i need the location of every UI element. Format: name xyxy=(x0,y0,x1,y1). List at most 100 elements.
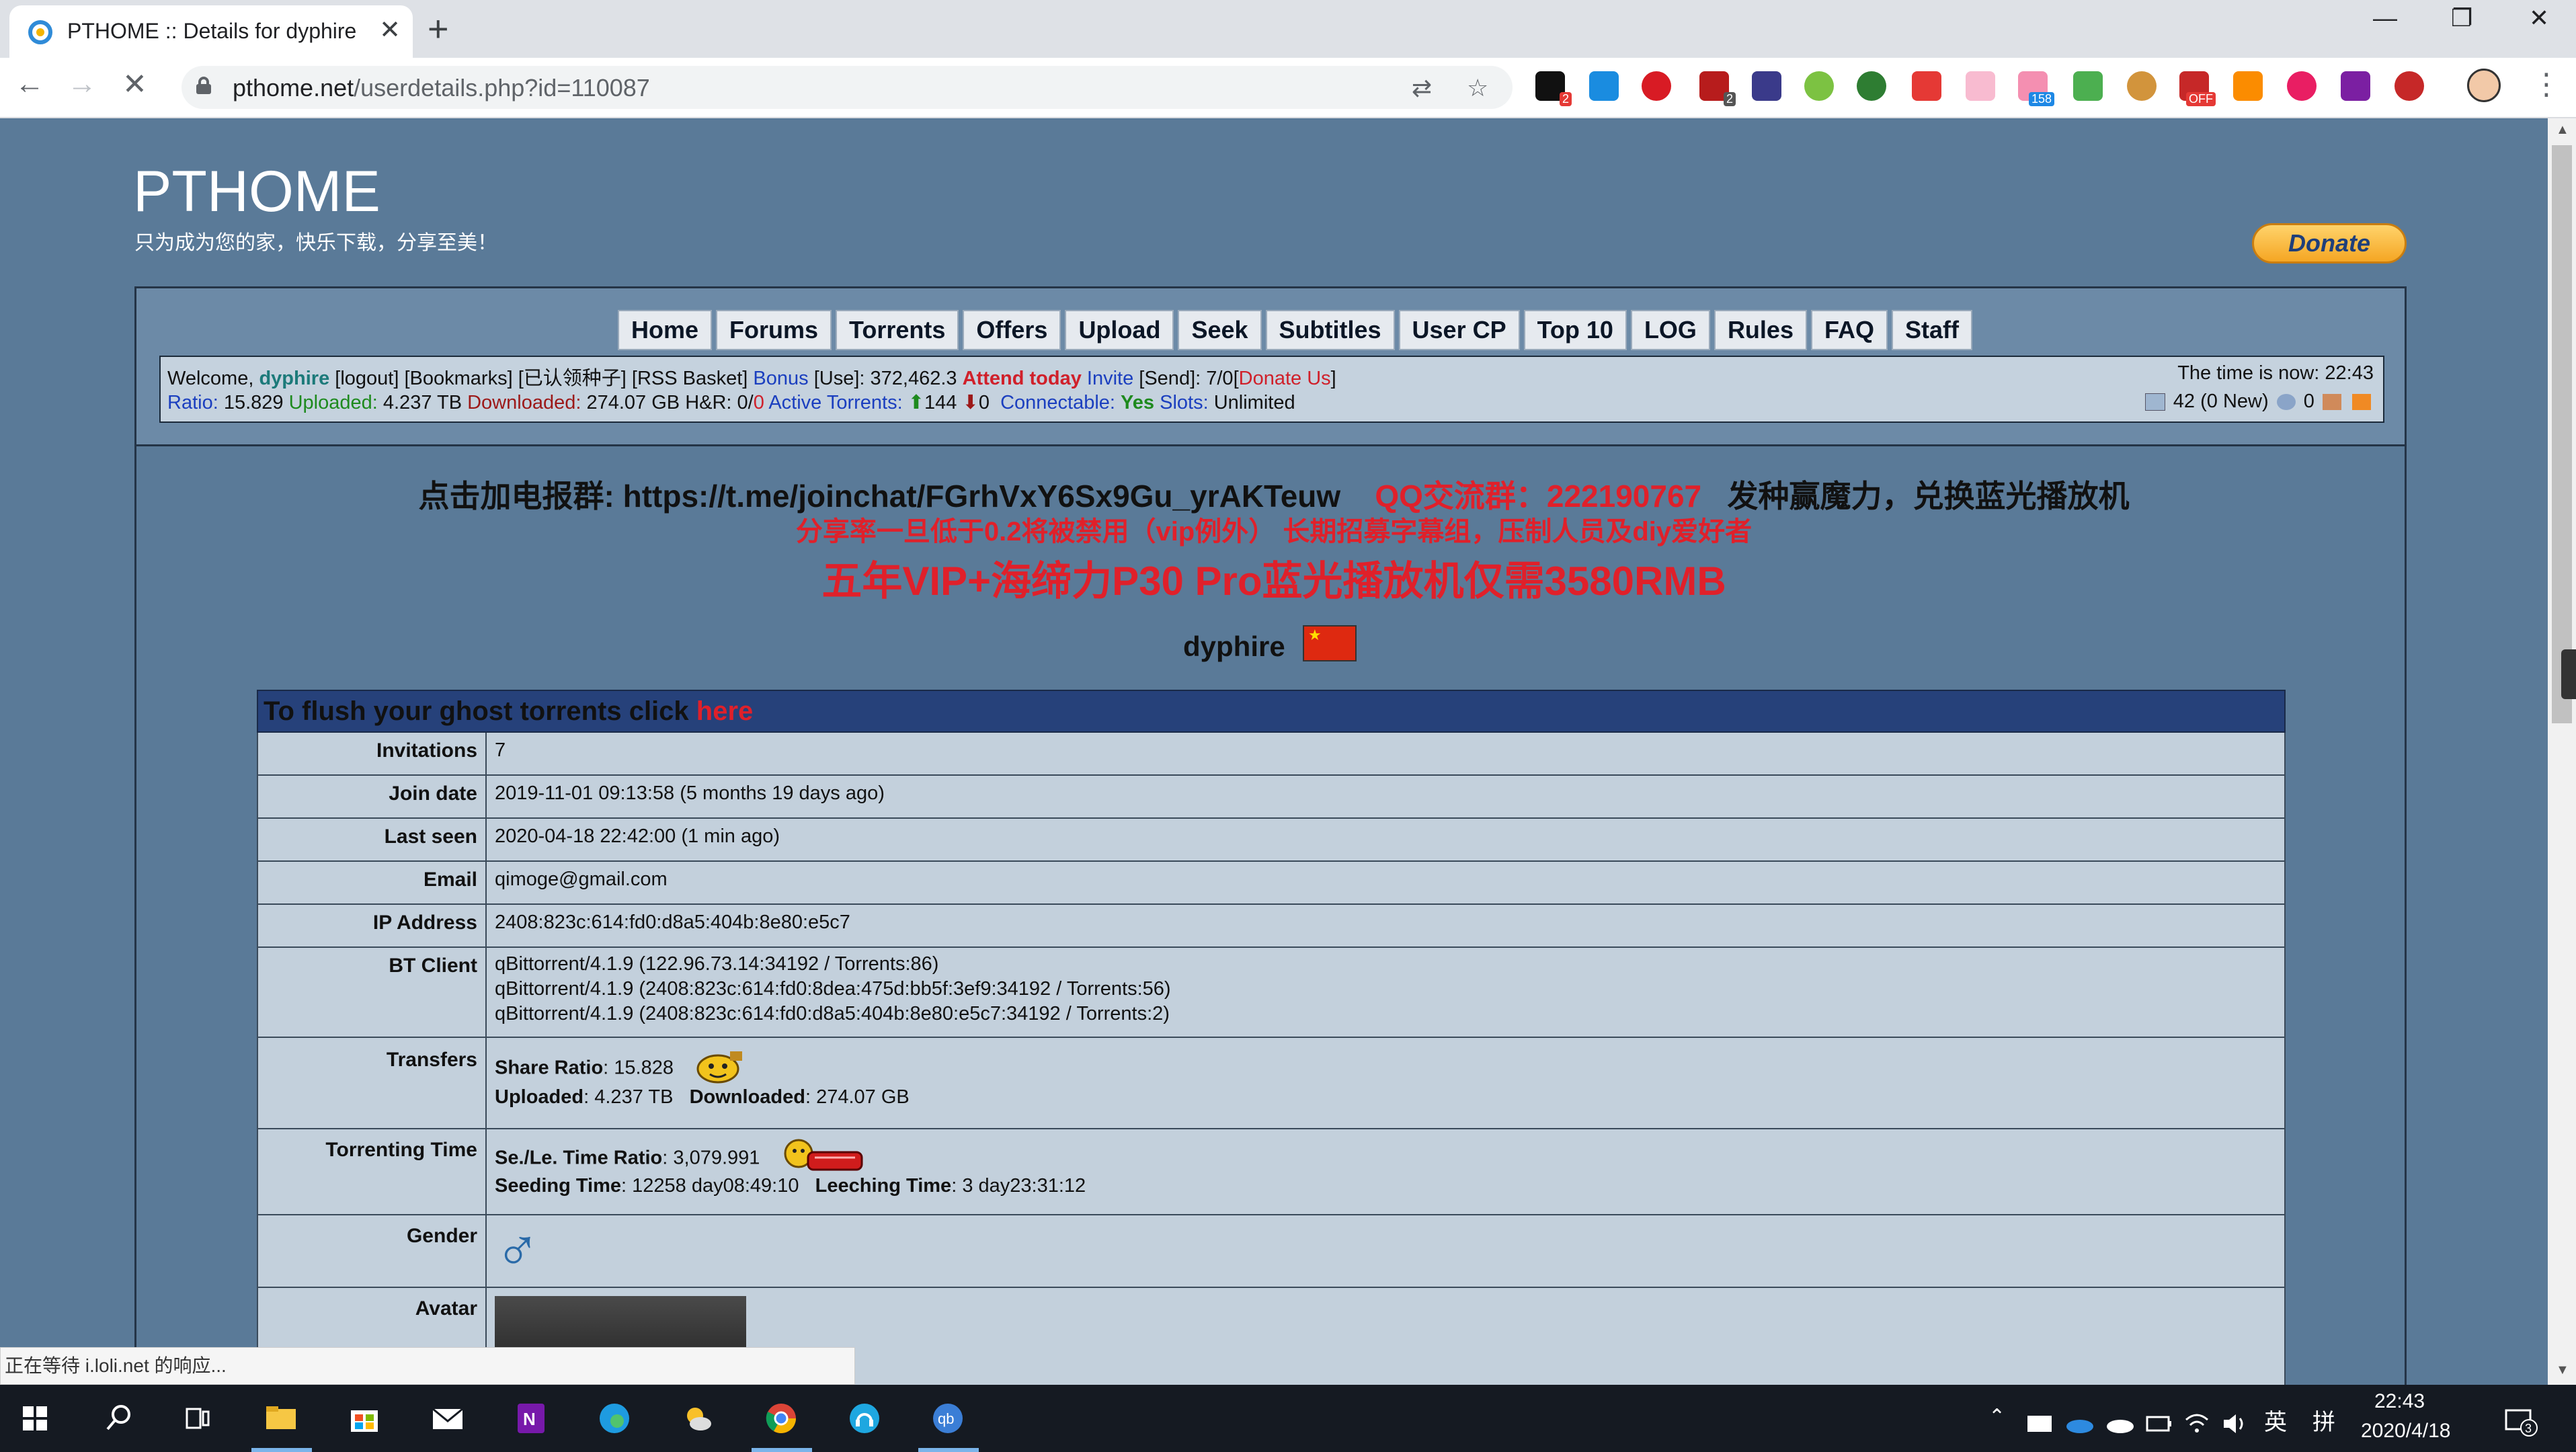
clock-time[interactable]: 22:43 xyxy=(2374,1390,2425,1413)
cookie-icon[interactable] xyxy=(2127,71,2157,101)
scroll-down-arrow-icon[interactable]: ▼ xyxy=(2556,1363,2569,1378)
forward-button[interactable]: → xyxy=(67,67,97,101)
ublock-icon[interactable]: 2 xyxy=(1699,71,1736,106)
search-icon[interactable] xyxy=(98,1398,138,1439)
extension-ia-icon[interactable] xyxy=(1752,71,1781,101)
edge-browser-icon[interactable] xyxy=(594,1398,635,1439)
donate-bracket-open: [ xyxy=(1233,368,1239,389)
nav-upload[interactable]: Upload xyxy=(1065,310,1174,350)
donate-button[interactable]: Donate xyxy=(2252,223,2407,264)
tray-mail-icon[interactable] xyxy=(2025,1404,2054,1444)
attend-today-link[interactable]: Attend today xyxy=(963,368,1082,389)
nav-top10[interactable]: Top 10 xyxy=(1523,310,1627,350)
chrome-icon[interactable] xyxy=(761,1398,801,1439)
cloud-icon[interactable] xyxy=(2104,1404,2136,1444)
file-explorer-icon[interactable] xyxy=(261,1398,301,1439)
extension-edit-icon[interactable] xyxy=(2073,71,2103,101)
extension-2-icon[interactable] xyxy=(1589,71,1619,101)
bonus-link[interactable]: Bonus xyxy=(753,368,808,389)
nav-forums[interactable]: Forums xyxy=(716,310,832,350)
extension-dots-icon[interactable] xyxy=(2287,71,2317,101)
bonus-use-link[interactable]: [Use]: xyxy=(814,368,865,389)
nav-offers[interactable]: Offers xyxy=(963,310,1061,350)
nav-usercp[interactable]: User CP xyxy=(1398,310,1520,350)
extension-red-icon[interactable] xyxy=(2394,71,2424,101)
music-player-icon[interactable] xyxy=(844,1398,885,1439)
ime-mode-indicator[interactable]: 英 xyxy=(2264,1404,2287,1437)
extension-off-icon[interactable]: OFF xyxy=(2179,71,2216,106)
extension-cat-icon[interactable] xyxy=(1966,71,1995,101)
email-value[interactable]: qimoge@gmail.com xyxy=(487,862,2284,903)
battery-icon[interactable] xyxy=(2144,1404,2174,1444)
minimize-button[interactable]: — xyxy=(2373,4,2397,32)
tray-chevron-icon[interactable]: ⌃ xyxy=(1988,1405,2005,1428)
extension-1-icon[interactable]: 2 xyxy=(1535,71,1572,106)
side-panel-handle[interactable] xyxy=(2561,649,2576,699)
notification-center-icon[interactable]: 3 xyxy=(2502,1402,2540,1443)
url-text[interactable]: pthome.net/userdetails.php?id=110087 xyxy=(233,74,650,102)
wifi-icon[interactable] xyxy=(2182,1404,2212,1444)
close-tab-icon[interactable]: ✕ xyxy=(379,15,401,45)
volume-icon[interactable] xyxy=(2220,1404,2249,1444)
windows-start-icon[interactable] xyxy=(15,1398,55,1439)
new-tab-button[interactable]: + xyxy=(428,5,449,52)
rss-icon[interactable] xyxy=(2352,394,2371,411)
restore-button[interactable]: ❐ xyxy=(2451,4,2472,32)
onenote-icon[interactable]: N xyxy=(511,1398,551,1439)
messages-count[interactable]: 42 (0 New) xyxy=(2173,391,2269,412)
username-link[interactable]: dyphire xyxy=(259,368,329,389)
bookmark-star-icon[interactable]: ☆ xyxy=(1467,74,1488,102)
adblock-icon[interactable] xyxy=(1642,71,1671,101)
close-window-button[interactable]: ✕ xyxy=(2529,4,2549,32)
browser-tab[interactable]: PTHOME :: Details for dyphire ✕ xyxy=(9,5,413,58)
nav-faq[interactable]: FAQ xyxy=(1810,310,1888,350)
ime-pinyin-indicator[interactable]: 拼 xyxy=(2312,1404,2335,1437)
extension-frog-icon[interactable] xyxy=(1804,71,1834,101)
telegram-link[interactable]: 点击加电报群: https://t.me/joinchat/FGrhVxY6Sx… xyxy=(419,479,1341,514)
nav-log[interactable]: LOG xyxy=(1630,310,1710,350)
invite-link[interactable]: Invite xyxy=(1087,368,1133,389)
onenote-clipper-icon[interactable] xyxy=(2341,71,2370,101)
nav-torrents[interactable]: Torrents xyxy=(836,310,959,350)
nav-staff[interactable]: Staff xyxy=(1892,310,1972,350)
translate-icon[interactable]: ⇄ xyxy=(1412,74,1432,102)
ratio-value: 15.829 xyxy=(223,392,284,413)
stop-loading-button[interactable]: ✕ xyxy=(122,67,147,102)
lock-icon[interactable] xyxy=(196,77,211,94)
scroll-up-arrow-icon[interactable]: ▲ xyxy=(2556,122,2569,138)
chrome-menu-icon[interactable]: ⋮ xyxy=(2532,67,2561,102)
rss-basket-link[interactable]: [RSS Basket] xyxy=(632,368,748,389)
friends-count[interactable]: 0 xyxy=(2304,391,2315,412)
task-view-icon[interactable] xyxy=(177,1398,218,1439)
page-scrollbar[interactable]: ▲ ▼ xyxy=(2548,118,2576,1385)
hr-red-value[interactable]: 0 xyxy=(754,392,764,413)
friends-icon[interactable] xyxy=(2276,394,2296,411)
profile-avatar[interactable] xyxy=(2467,69,2501,102)
mail-icon[interactable] xyxy=(428,1398,468,1439)
send-link[interactable]: [Send]: 7/0 xyxy=(1139,368,1233,389)
extension-bilibili-icon[interactable]: 158 xyxy=(2018,71,2054,106)
nav-rules[interactable]: Rules xyxy=(1714,310,1807,350)
logout-link[interactable]: [logout] xyxy=(335,368,399,389)
onedrive-icon[interactable] xyxy=(2064,1404,2096,1444)
address-bar[interactable]: pthome.net/userdetails.php?id=110087 ⇄ ☆ xyxy=(182,66,1513,109)
back-button[interactable]: ← xyxy=(15,67,44,101)
bookmark-user-icon[interactable] xyxy=(2322,394,2341,411)
hr-value[interactable]: 0/ xyxy=(737,392,754,413)
extension-globe-icon[interactable] xyxy=(1857,71,1886,101)
claimed-torrents-link[interactable]: [已认领种子] xyxy=(518,368,627,389)
clock-date[interactable]: 2020/4/18 xyxy=(2361,1420,2450,1443)
nav-home[interactable]: Home xyxy=(618,310,713,350)
extension-video-icon[interactable] xyxy=(1912,71,1941,101)
inbox-icon[interactable] xyxy=(2144,393,2165,411)
scrollbar-thumb[interactable] xyxy=(2552,145,2572,723)
nav-seek[interactable]: Seek xyxy=(1178,310,1262,350)
qbittorrent-icon[interactable]: qb xyxy=(928,1398,968,1439)
microsoft-store-icon[interactable] xyxy=(344,1398,385,1439)
weather-icon[interactable] xyxy=(678,1398,718,1439)
download-arrow-icon[interactable] xyxy=(2233,71,2263,101)
nav-subtitles[interactable]: Subtitles xyxy=(1265,310,1395,350)
donate-us-link[interactable]: Donate Us xyxy=(1239,368,1331,389)
ghost-flush-link[interactable]: here xyxy=(696,696,754,726)
bookmarks-link[interactable]: [Bookmarks] xyxy=(404,368,512,389)
